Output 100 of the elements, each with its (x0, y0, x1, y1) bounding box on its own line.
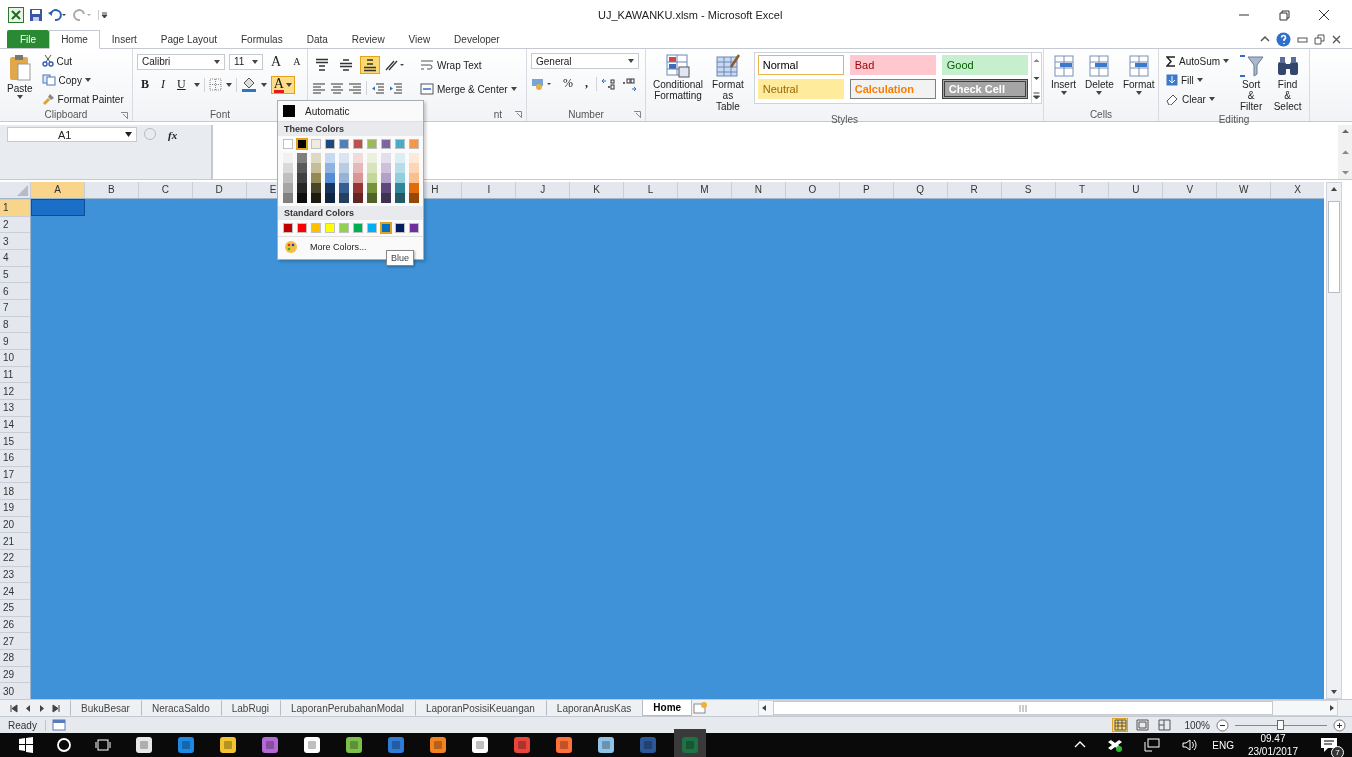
row-header[interactable]: 24 (0, 582, 30, 600)
zoom-level[interactable]: 100% (1184, 719, 1210, 731)
row-header[interactable]: 19 (0, 499, 30, 516)
column-header[interactable]: U (1108, 182, 1163, 198)
row-header[interactable]: 22 (0, 549, 30, 566)
sort-filter-button[interactable]: Sort & Filter (1235, 52, 1268, 114)
row-header[interactable]: 12 (0, 382, 30, 400)
name-box[interactable]: A1 (7, 127, 137, 142)
notification-count: 7 (1331, 746, 1344, 757)
cell-style-option[interactable]: Bad (849, 55, 936, 75)
column-header[interactable]: O (784, 182, 839, 198)
group-label: Styles (830, 114, 859, 125)
font-name-field[interactable]: Calibri (137, 53, 225, 70)
column-header[interactable]: V (1162, 182, 1217, 198)
column-header[interactable]: B (83, 182, 138, 198)
autosum-button[interactable]: AutoSum (1163, 52, 1233, 70)
input-language[interactable]: ENG (1212, 739, 1234, 751)
font-size-field[interactable]: 11 (229, 53, 263, 70)
underline-button[interactable]: U (173, 76, 190, 93)
paste-button[interactable]: Paste (4, 52, 36, 101)
column-header[interactable]: I (461, 182, 516, 198)
find-select-button[interactable]: Find & Select (1270, 52, 1305, 114)
conditional-formatting-button[interactable]: Conditional Formatting (650, 52, 707, 103)
insert-function-button[interactable]: fx (163, 127, 183, 142)
more-colors-link[interactable]: More Colors... (310, 242, 367, 252)
ribbon-tab[interactable]: Developer (442, 30, 512, 48)
row-header[interactable]: 23 (0, 565, 30, 583)
cell-style-option[interactable]: Normal (757, 55, 844, 75)
cells-command-button[interactable]: Insert (1048, 52, 1079, 97)
grow-font-button[interactable]: A (267, 53, 286, 70)
clock-time[interactable]: 09.47 (1260, 733, 1286, 744)
cut-button[interactable]: Cut (38, 52, 127, 70)
column-header[interactable]: M (677, 182, 731, 198)
column-header[interactable]: P (838, 182, 893, 198)
tooltip: Blue (386, 250, 414, 266)
row-header[interactable]: 25 (0, 599, 30, 616)
number-format-field[interactable]: General (531, 53, 639, 69)
sheet-tab[interactable]: Home (642, 700, 693, 716)
row-header[interactable]: 17 (0, 465, 30, 483)
clock-date[interactable]: 23/01/2017 (1247, 746, 1298, 757)
ribbon-tab[interactable]: Page Layout (148, 30, 229, 48)
row-header[interactable]: 20 (0, 515, 30, 533)
cell-style-option[interactable]: Good (941, 55, 1028, 75)
merge-center-button[interactable]: Merge & Center (417, 80, 520, 98)
clear-button[interactable]: Clear (1163, 90, 1233, 108)
row-header[interactable]: 27 (0, 632, 30, 650)
row-header[interactable]: 3 (0, 232, 30, 249)
column-header[interactable]: L (623, 182, 678, 198)
shrink-font-button[interactable]: A (289, 53, 305, 70)
row-header[interactable]: 16 (0, 449, 30, 466)
percent-button[interactable]: % (559, 75, 577, 92)
cells-command-button[interactable]: Delete (1082, 52, 1117, 97)
comma-button[interactable]: , (581, 75, 592, 92)
fill-button[interactable]: Fill (1163, 71, 1233, 89)
row-header[interactable]: 13 (0, 399, 30, 416)
column-header[interactable]: R (946, 182, 1001, 198)
row-header[interactable]: 26 (0, 615, 30, 633)
ribbon-tab[interactable]: Data (294, 30, 340, 48)
row-header[interactable]: 10 (0, 349, 30, 366)
ribbon-tab[interactable]: Insert (99, 30, 149, 48)
row-header[interactable]: 14 (0, 415, 30, 433)
column-header[interactable]: K (569, 182, 624, 198)
ribbon-tab[interactable]: Review (339, 30, 397, 48)
row-header[interactable]: 4 (0, 249, 30, 266)
column-header[interactable]: S (1000, 182, 1055, 198)
file-tab[interactable]: File (7, 30, 50, 48)
format-painter-button[interactable]: Format Painter (38, 90, 127, 108)
row-header[interactable]: 9 (0, 332, 30, 350)
row-header[interactable]: 29 (0, 665, 30, 683)
column-header[interactable]: X (1270, 182, 1325, 198)
row-header[interactable]: 1 (0, 199, 30, 216)
row-header[interactable]: 8 (0, 315, 30, 333)
column-header[interactable]: Q (892, 182, 947, 198)
cell-style-option[interactable]: Neutral (757, 79, 844, 99)
copy-button[interactable]: Copy (38, 71, 127, 89)
column-header[interactable]: W (1216, 182, 1271, 198)
column-header[interactable]: N (731, 182, 785, 198)
row-header[interactable]: 28 (0, 649, 30, 666)
format-as-table-button[interactable]: Format as Table (709, 52, 747, 114)
row-header[interactable]: 5 (0, 265, 30, 283)
row-header[interactable]: 6 (0, 282, 30, 300)
ribbon-tab[interactable]: Home (49, 30, 100, 49)
bold-button[interactable]: B (137, 76, 153, 93)
ribbon-tab[interactable]: Formulas (229, 30, 295, 48)
ribbon-tab[interactable]: View (396, 30, 443, 48)
column-header[interactable]: C (137, 182, 192, 198)
row-header[interactable]: 2 (0, 215, 30, 233)
cells-command-button[interactable]: Format (1119, 52, 1158, 97)
italic-button[interactable]: I (157, 76, 169, 93)
column-header[interactable]: D (191, 182, 246, 198)
font-color-button[interactable]: A (270, 75, 295, 94)
row-header[interactable]: 15 (0, 432, 30, 450)
row-header[interactable]: 18 (0, 482, 30, 500)
column-header[interactable]: A (30, 182, 84, 198)
row-header[interactable]: 21 (0, 532, 30, 550)
column-header[interactable]: T (1054, 182, 1109, 198)
wrap-text-button[interactable]: Wrap Text (417, 56, 520, 74)
row-header[interactable]: 11 (0, 365, 30, 383)
column-header[interactable]: J (515, 182, 570, 198)
row-header[interactable]: 7 (0, 299, 30, 316)
